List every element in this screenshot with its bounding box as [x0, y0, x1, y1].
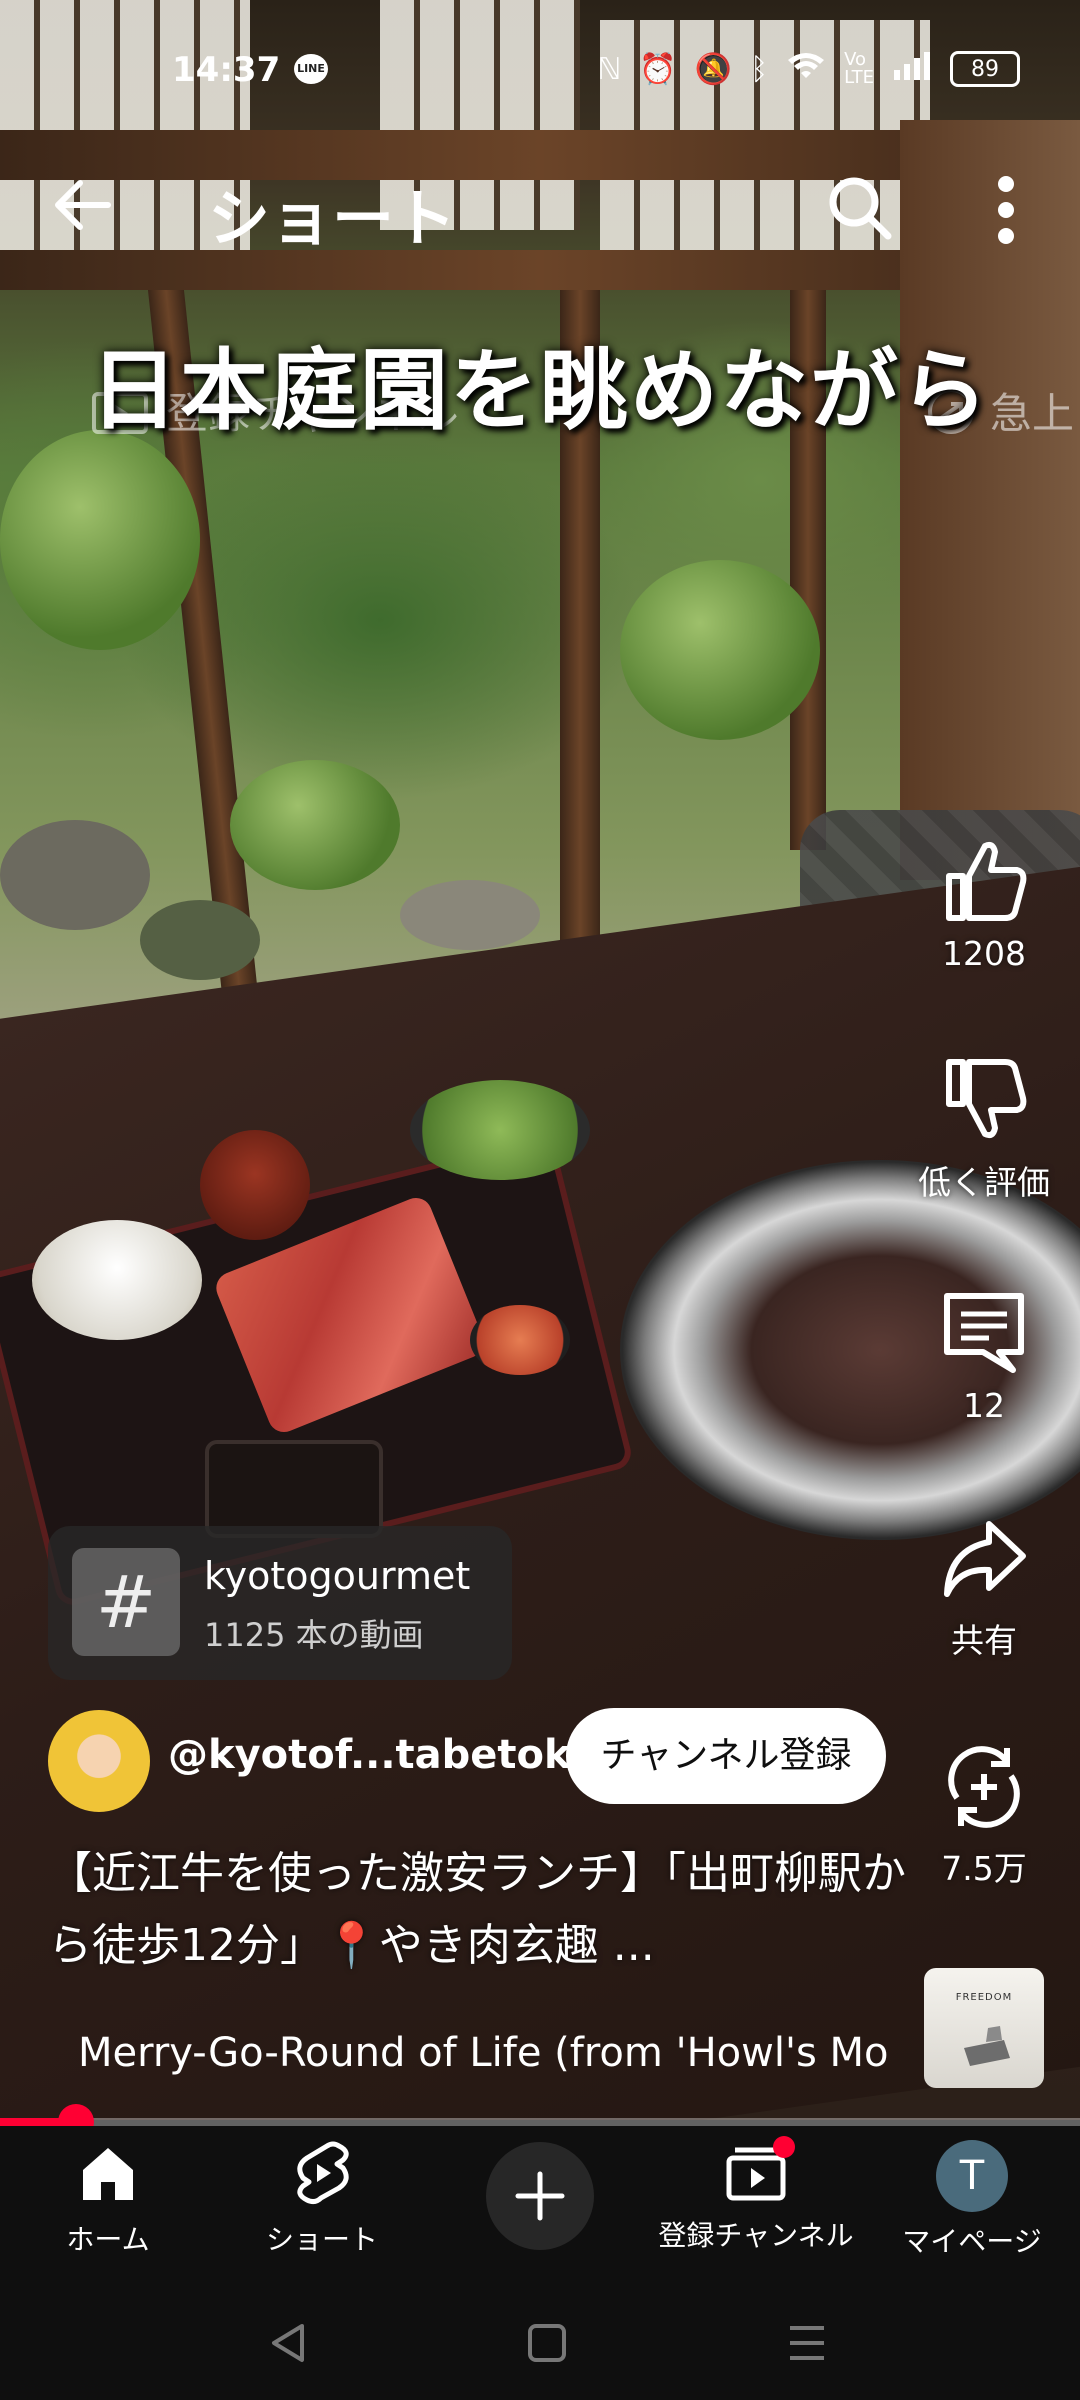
salad-bowl — [410, 1080, 590, 1180]
arrow-left-icon — [55, 180, 111, 230]
shorts-icon — [297, 2141, 349, 2205]
mute-icon: 🔕 — [694, 51, 733, 87]
nav-mypage-label: マイページ — [902, 2225, 1042, 2258]
garden-shrub — [230, 760, 400, 890]
like-count: 1208 — [942, 934, 1026, 973]
video-progress-bar[interactable] — [0, 2104, 1080, 2140]
remix-icon — [948, 1746, 1020, 1828]
music-row[interactable]: Merry-Go-Round of Life (from 'Howl's Mov — [48, 2018, 888, 2088]
system-recents-icon[interactable] — [782, 2318, 832, 2368]
ghost-right-label: 急上 — [990, 389, 1075, 438]
nav-home[interactable]: ホーム — [8, 2140, 208, 2258]
thumbs-up-icon — [946, 841, 1027, 921]
notification-dot — [773, 2136, 795, 2158]
album-art[interactable]: FREEDOM — [924, 1968, 1044, 2088]
search-icon — [829, 177, 892, 240]
status-icons: ℕ ⏰ 🔕 ᛒ Vo LTE 89 — [597, 50, 1020, 88]
music-title: Merry-Go-Round of Life (from 'Howl's Mov — [78, 2030, 888, 2076]
nav-subscriptions[interactable]: 登録チャンネル — [656, 2136, 856, 2254]
top-toolbar: ショート — [0, 150, 1080, 270]
video-description[interactable]: 【近江牛を使った激安ランチ】「出町柳駅から徒歩12分」📍やき肉玄趣 ... — [48, 1838, 908, 1982]
subscribe-button[interactable]: チャンネル登録 — [566, 1708, 886, 1804]
thumbs-down-icon — [946, 1059, 1027, 1139]
channel-avatar[interactable] — [48, 1710, 150, 1812]
status-bar: 14:37 LINE ℕ ⏰ 🔕 ᛒ Vo LTE 89 — [0, 0, 1080, 150]
garden-shrub — [0, 430, 200, 650]
more-options-button[interactable] — [976, 170, 1036, 250]
create-button[interactable] — [486, 2142, 594, 2250]
system-home-icon[interactable] — [522, 2318, 572, 2368]
account-avatar: T — [936, 2140, 1008, 2212]
comments-button[interactable]: 12 — [912, 1286, 1056, 1425]
sauce-dish — [205, 1440, 383, 1538]
soup-bowl — [200, 1130, 310, 1240]
wifi-icon — [786, 50, 826, 88]
share-icon — [944, 1521, 1026, 1597]
nav-subscriptions-label: 登録チャンネル — [658, 2219, 854, 2252]
plus-icon — [515, 2171, 565, 2221]
video-caption-overlay: 日本庭園を眺めながら — [90, 338, 991, 442]
rice-bowl — [32, 1220, 202, 1340]
hashtag-card[interactable]: # kyotogourmet 1125 本の動画 — [48, 1526, 512, 1680]
nav-shorts-label: ショート — [265, 2223, 378, 2256]
status-time: 14:37 — [172, 50, 281, 90]
hashtag-name: kyotogourmet — [204, 1554, 471, 1598]
volte-icon: Vo LTE — [844, 49, 874, 88]
hashtag-icon: # — [72, 1548, 180, 1656]
garden-shrub — [620, 560, 820, 740]
signal-icon — [892, 50, 932, 88]
share-button[interactable]: 共有 — [912, 1514, 1056, 1662]
more-vert-icon — [998, 176, 1014, 244]
dislike-button[interactable]: 低く評価 — [912, 1056, 1056, 1204]
nav-home-label: ホーム — [66, 2223, 150, 2256]
remix-button[interactable]: 7.5万 — [912, 1742, 1056, 1890]
back-button[interactable] — [48, 170, 118, 240]
nfc-icon: ℕ — [597, 51, 622, 87]
dislike-label: 低く評価 — [918, 1163, 1050, 1202]
line-app-icon: LINE — [294, 54, 328, 84]
comment-icon — [944, 1293, 1024, 1373]
nav-shorts[interactable]: ショート — [222, 2140, 422, 2258]
channel-handle[interactable]: @kyotof...tabetoku — [168, 1732, 599, 1778]
share-label: 共有 — [951, 1621, 1017, 1660]
kimchi-dish — [470, 1305, 570, 1375]
page-title: ショート — [208, 182, 457, 255]
like-button[interactable]: 1208 — [912, 834, 1056, 973]
hashtag-video-count: 1125 本の動画 — [204, 1616, 424, 1654]
system-navigation-bar — [0, 2286, 1080, 2400]
system-back-icon[interactable] — [264, 2318, 314, 2368]
search-button[interactable] — [824, 172, 894, 242]
channel-row: @kyotof...tabetoku チャンネル登録 — [48, 1706, 898, 1812]
battery-icon: 89 — [950, 51, 1020, 87]
garden-rock — [140, 900, 260, 980]
garden-rock — [0, 820, 150, 930]
home-icon — [83, 2148, 133, 2200]
bottom-navigation: ホーム ショート 登録チャンネル T マイページ — [0, 2126, 1080, 2286]
bluetooth-icon: ᛒ — [750, 51, 769, 87]
remix-count: 7.5万 — [941, 1849, 1027, 1888]
nav-mypage[interactable]: T マイページ — [872, 2140, 1072, 2260]
garden-rock — [400, 880, 540, 950]
comment-count: 12 — [963, 1386, 1005, 1425]
alarm-icon: ⏰ — [639, 51, 677, 87]
piano-image — [964, 2026, 1010, 2066]
